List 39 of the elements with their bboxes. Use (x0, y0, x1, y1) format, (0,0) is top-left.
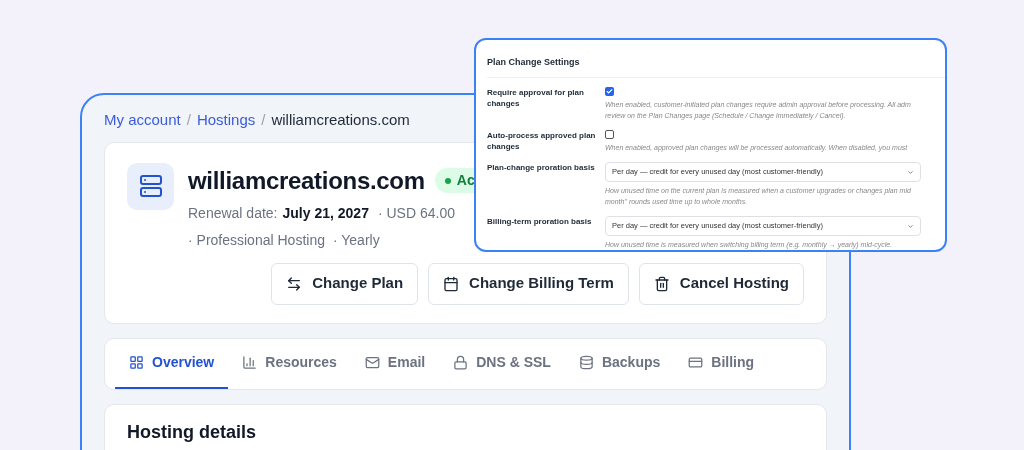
breadcrumb-current: williamcreations.com (271, 110, 410, 130)
renewal-date: July 21, 2027 (282, 203, 369, 223)
breadcrumb-link[interactable]: My account (104, 109, 181, 132)
action-button[interactable]: Change Billing Term (428, 262, 629, 305)
setting-label: Require approval for plan changes (487, 87, 585, 110)
grid-icon (129, 355, 144, 370)
tab[interactable]: Resources (228, 338, 351, 389)
tab[interactable]: DNS & SSL (439, 338, 565, 389)
setting-label: Auto-process approved plan changes (487, 130, 597, 153)
breadcrumb-link[interactable]: Hostings (196, 109, 256, 132)
breadcrumb-separator: / (261, 110, 266, 130)
calendar-icon (443, 275, 460, 292)
database-icon (578, 355, 594, 370)
breadcrumb-separator: / (186, 110, 191, 130)
tab[interactable]: Email (350, 338, 440, 389)
price-text: · USD 64.00 (377, 203, 455, 223)
tab[interactable]: Overview (115, 338, 229, 389)
renewal-label: Renewal date: (188, 203, 278, 223)
card-icon (688, 355, 704, 370)
swap-arrows-icon (286, 275, 303, 292)
action-button[interactable]: Change Plan (271, 262, 419, 305)
caret-icon (907, 222, 914, 230)
details-title: Hosting details (127, 421, 256, 442)
tab[interactable]: Backups (564, 338, 675, 389)
term-text: · Yearly (332, 230, 380, 250)
action-button[interactable]: Cancel Hosting (638, 262, 804, 305)
lock-icon (453, 355, 469, 370)
tab[interactable]: Billing (674, 338, 769, 389)
trash-icon (653, 275, 670, 292)
envelope-icon (364, 355, 380, 370)
setting-label: Billing-term proration basis (487, 216, 593, 228)
bar-chart-icon (242, 355, 258, 370)
server-icon (127, 162, 174, 210)
settings-title: Plan Change Settings (487, 57, 580, 67)
plan-text: · Professional Hosting (188, 230, 325, 250)
domain-title: williamcreations.com (188, 165, 425, 196)
caret-icon (907, 168, 914, 176)
checkbox[interactable] (605, 87, 614, 96)
checkbox[interactable] (605, 130, 614, 139)
